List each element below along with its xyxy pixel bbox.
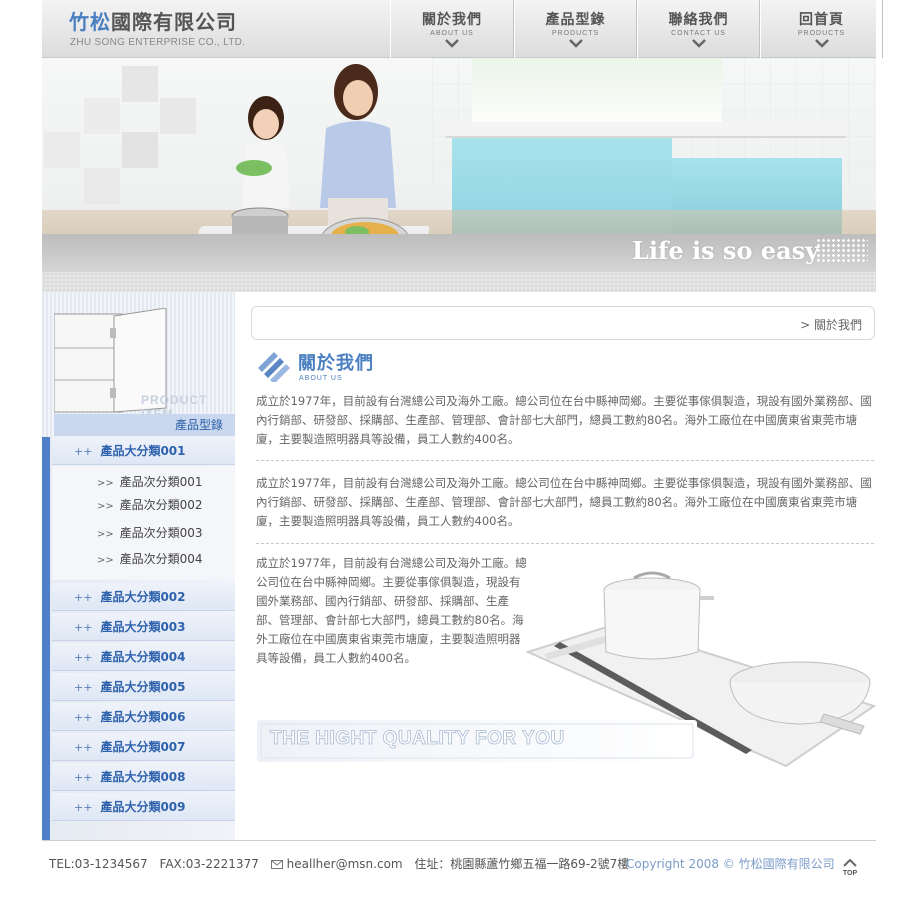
double-arrow-icon: >>	[97, 501, 114, 512]
bullet-icon: ++	[74, 801, 93, 814]
sidebar-category-001[interactable]: ++ 產品大分類001	[52, 437, 235, 465]
banner-slogan: Life is so easy	[632, 236, 820, 265]
sidebar-category-005[interactable]: ++ 產品大分類005	[52, 673, 235, 701]
footer-copyright: Copyright 2008 © 竹松國際有限公司	[626, 857, 835, 871]
dashed-divider	[256, 543, 874, 544]
nav-contact-us[interactable]: 聯絡我們 CONTACT US	[637, 0, 760, 58]
quality-slogan: THE HIGHT QUALITY FOR YOU	[270, 728, 565, 750]
subcategory-label: 產品次分類003	[119, 526, 203, 540]
subcategory-label: 產品次分類002	[119, 498, 203, 512]
sidebar-category-009[interactable]: ++ 產品大分類009	[52, 793, 235, 821]
nav-sublabel: PRODUCTS	[551, 30, 600, 37]
bullet-icon: ++	[74, 741, 93, 754]
chevron-down-icon	[445, 39, 459, 48]
subcategory-item-002[interactable]: >> 產品次分類002	[97, 496, 203, 513]
nav-sublabel: ABOUT US	[430, 30, 474, 37]
breadcrumb-box: > 關於我們	[251, 306, 875, 340]
category-label: 產品大分類002	[100, 590, 186, 604]
sidebar-category-007[interactable]: ++ 產品大分類007	[52, 733, 235, 761]
category-label: 產品大分類006	[100, 710, 186, 724]
category-label: 產品大分類004	[100, 650, 186, 664]
category-label: 產品大分類009	[100, 800, 186, 814]
about-paragraph-3: 成立於1977年，目前設有台灣總公司及海外工廠。總公司位在台中縣神岡鄉。主要從事…	[256, 556, 527, 665]
about-paragraph-1: 成立於1977年，目前設有台灣總公司及海外工廠。總公司位在台中縣神岡鄉。主要從事…	[256, 394, 872, 446]
nav-sublabel: CONTACT US	[671, 30, 726, 37]
nav-about-us[interactable]: 關於我們 ABOUT US	[390, 0, 514, 58]
subcategory-item-003[interactable]: >> 產品次分類003	[97, 524, 203, 541]
category-label: 產品大分類001	[100, 444, 186, 458]
site-header: 竹松國際有限公司 ZHU SONG ENTERPRISE CO., LTD. 關…	[42, 0, 883, 58]
chevron-up-icon	[843, 858, 857, 867]
footer-tel: TEL:03-1234567	[49, 857, 148, 871]
dashed-divider	[256, 460, 874, 461]
subcategory-label: 產品次分類001	[119, 475, 203, 489]
footer-divider	[42, 840, 876, 841]
chevron-down-icon	[691, 39, 706, 48]
sidebar-header: PRODUCT ITEM 產品型錄	[42, 292, 235, 437]
diagonal-stripes-icon	[258, 352, 290, 382]
bullet-icon: ++	[74, 771, 93, 784]
sidebar-category-003[interactable]: ++ 產品大分類003	[52, 613, 235, 641]
nav-label: 回首頁	[799, 12, 844, 28]
chevron-down-icon	[814, 39, 829, 48]
back-to-top-button[interactable]: TOP	[840, 852, 860, 877]
category-label: 產品大分類005	[100, 680, 186, 694]
section-title: 關於我們	[298, 353, 374, 374]
double-arrow-icon: >>	[97, 478, 114, 489]
breadcrumb[interactable]: > 關於我們	[800, 316, 862, 333]
category-label: 產品大分類007	[100, 740, 186, 754]
nav-label: 關於我們	[422, 12, 482, 28]
sidebar-category-008[interactable]: ++ 產品大分類008	[52, 763, 235, 791]
bullet-icon: ++	[74, 651, 93, 664]
sidebar-rail	[42, 437, 50, 840]
dot-grid-decoration	[816, 238, 868, 264]
category-label: 產品大分類008	[100, 770, 186, 784]
chevron-down-icon	[568, 39, 583, 48]
double-arrow-icon: >>	[97, 555, 114, 566]
checker-pattern	[44, 66, 196, 204]
logo[interactable]: 竹松國際有限公司	[69, 6, 237, 35]
logo-english: ZHU SONG ENTERPRISE CO., LTD.	[70, 37, 246, 48]
category-label: 產品大分類003	[100, 620, 186, 634]
kitchen-window	[472, 58, 722, 128]
sidebar-category-002[interactable]: ++ 產品大分類002	[52, 583, 235, 611]
bullet-icon: ++	[74, 591, 93, 604]
product-sidebar: PRODUCT ITEM 產品型錄 ++ 產品大分類001 >> 產品次分類001…	[42, 292, 235, 840]
nav-label: 聯絡我們	[668, 12, 729, 28]
footer-email[interactable]: heallher@msn.com	[287, 857, 403, 871]
footer-address: 住址：桃園縣蘆竹鄉五福一路69-2號7樓	[414, 857, 630, 871]
logo-accent: 竹松	[69, 10, 111, 34]
top-label: TOP	[842, 870, 858, 877]
sidebar-title: 產品型錄	[54, 414, 235, 436]
bullet-icon: ++	[74, 681, 93, 694]
logo-rest: 國際有限公司	[111, 10, 237, 34]
kitchen-counter	[446, 122, 846, 138]
banner-strip-pattern	[42, 272, 876, 292]
footer-contact: TEL:03-1234567 FAX:03-2221377 heallher@m…	[49, 855, 637, 872]
sidebar-category-004[interactable]: ++ 產品大分類004	[52, 643, 235, 671]
footer-fax: FAX:03-2221377	[159, 857, 259, 871]
bullet-icon: ++	[74, 711, 93, 724]
nav-home[interactable]: 回首頁 PRODUCTS	[760, 0, 883, 58]
girl-illustration	[236, 96, 290, 208]
double-arrow-icon: >>	[97, 529, 114, 540]
bullet-icon: ++	[74, 445, 93, 458]
main-nav: 關於我們 ABOUT US 產品型錄 PRODUCTS 聯絡我們 CONTACT…	[390, 0, 883, 58]
subcategory-item-004[interactable]: >> 產品次分類004	[97, 550, 203, 567]
subcategory-item-001[interactable]: >> 產品次分類001	[97, 473, 203, 490]
nav-sublabel: PRODUCTS	[797, 30, 846, 37]
bullet-icon: ++	[74, 621, 93, 634]
sidebar-category-006[interactable]: ++ 產品大分類006	[52, 703, 235, 731]
hero-banner: Life is so easy	[42, 58, 876, 292]
section-subtitle: ABOUT US	[299, 375, 343, 382]
nav-products[interactable]: 產品型錄 PRODUCTS	[514, 0, 637, 58]
about-paragraph-2: 成立於1977年，目前設有台灣總公司及海外工廠。總公司位在台中縣神岡鄉。主要從事…	[256, 476, 872, 528]
subcategory-label: 產品次分類004	[119, 552, 203, 566]
nav-label: 產品型錄	[545, 12, 606, 28]
mail-icon	[270, 860, 283, 869]
